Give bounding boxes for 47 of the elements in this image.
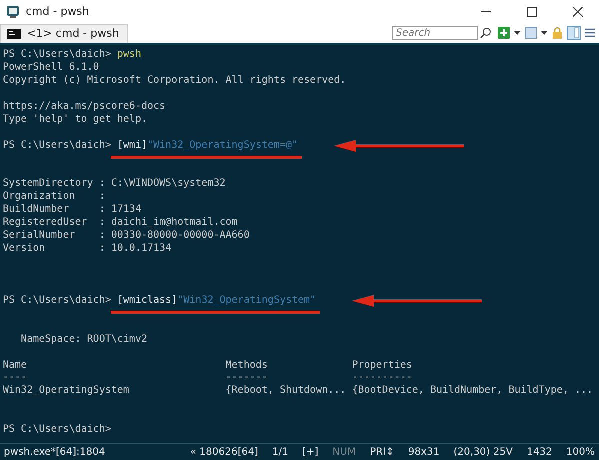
dropdown-icon[interactable] [541,30,548,36]
output-text: Organization : [3,191,106,204]
output-text: RegisteredUser : daichi_im@hotmail.com [3,217,238,230]
output-text: Name Methods Properties [3,360,412,372]
window-title: cmd - pwsh [26,5,90,18]
string-literal: "Win32_OperatingSystem" [178,294,316,308]
search-icon[interactable] [480,27,492,39]
output-text: NameSpace: ROOT\cimv2 [20,334,148,347]
status-item: « 180626[64] [190,446,258,458]
status-item: pwsh.exe*[64]:1804 [4,446,106,458]
string-literal: "Win32_OperatingSystem=@" [148,140,298,153]
status-item: (20,30) 25V [454,446,513,458]
tab-label: <1> cmd - pwsh [27,27,120,40]
output-text: PS C:\Users\daich> [3,49,112,62]
dropdown-icon[interactable] [514,30,521,36]
status-item: 1/1 [272,446,288,458]
output-text: BuildNumber : 17134 [3,204,142,217]
output-text: PowerShell 6.1.0 [3,62,100,75]
status-item: 98x31 [408,446,440,458]
output-text: PS C:\Users\daich> [3,424,112,438]
console-icon [6,4,20,18]
split-view-icon[interactable] [567,26,581,40]
output-text: https://aka.ms/pscore6-docs [3,100,166,114]
maximize-icon[interactable] [527,6,537,16]
status-item: 100% [566,446,595,458]
output-text: ---- ------- ---------- [3,372,412,385]
output-text: Win32_OperatingSystem {Reboot, Shutdown... {BootDevice, BuildNumber, BuildType, ... [3,385,594,398]
status-item: 1432 [526,446,552,458]
add-icon[interactable] [498,27,510,39]
status-item: [+] [302,446,319,458]
type-accelerator: [wmi] [117,140,148,153]
output-text: SystemDirectory : C:\WINDOWS\system32 [3,178,226,191]
output-text: PS C:\Users\daich> [3,140,112,153]
output-text: Version : 10.0.17134 [3,243,172,256]
output-text: PS C:\Users\daich> [3,294,112,308]
status-item: NUM [332,446,356,458]
type-accelerator: [wmiclass] [117,294,178,308]
search-field[interactable]: Search [392,26,478,40]
menu-icon[interactable] [585,28,595,38]
output-text: Copyright (c) Microsoft Corporation. All rights reserved. [3,74,346,88]
console-icon [7,28,21,38]
status-item: PRI↕ [370,446,394,458]
console-tab[interactable]: <1> cmd - pwsh [0,24,128,43]
command-text: pwsh [117,49,142,62]
close-icon[interactable] [573,6,583,16]
output-text: SerialNumber : 00330-80000-00000-AA660 [3,230,250,243]
output-text: Type 'help' to get help. [3,114,148,127]
